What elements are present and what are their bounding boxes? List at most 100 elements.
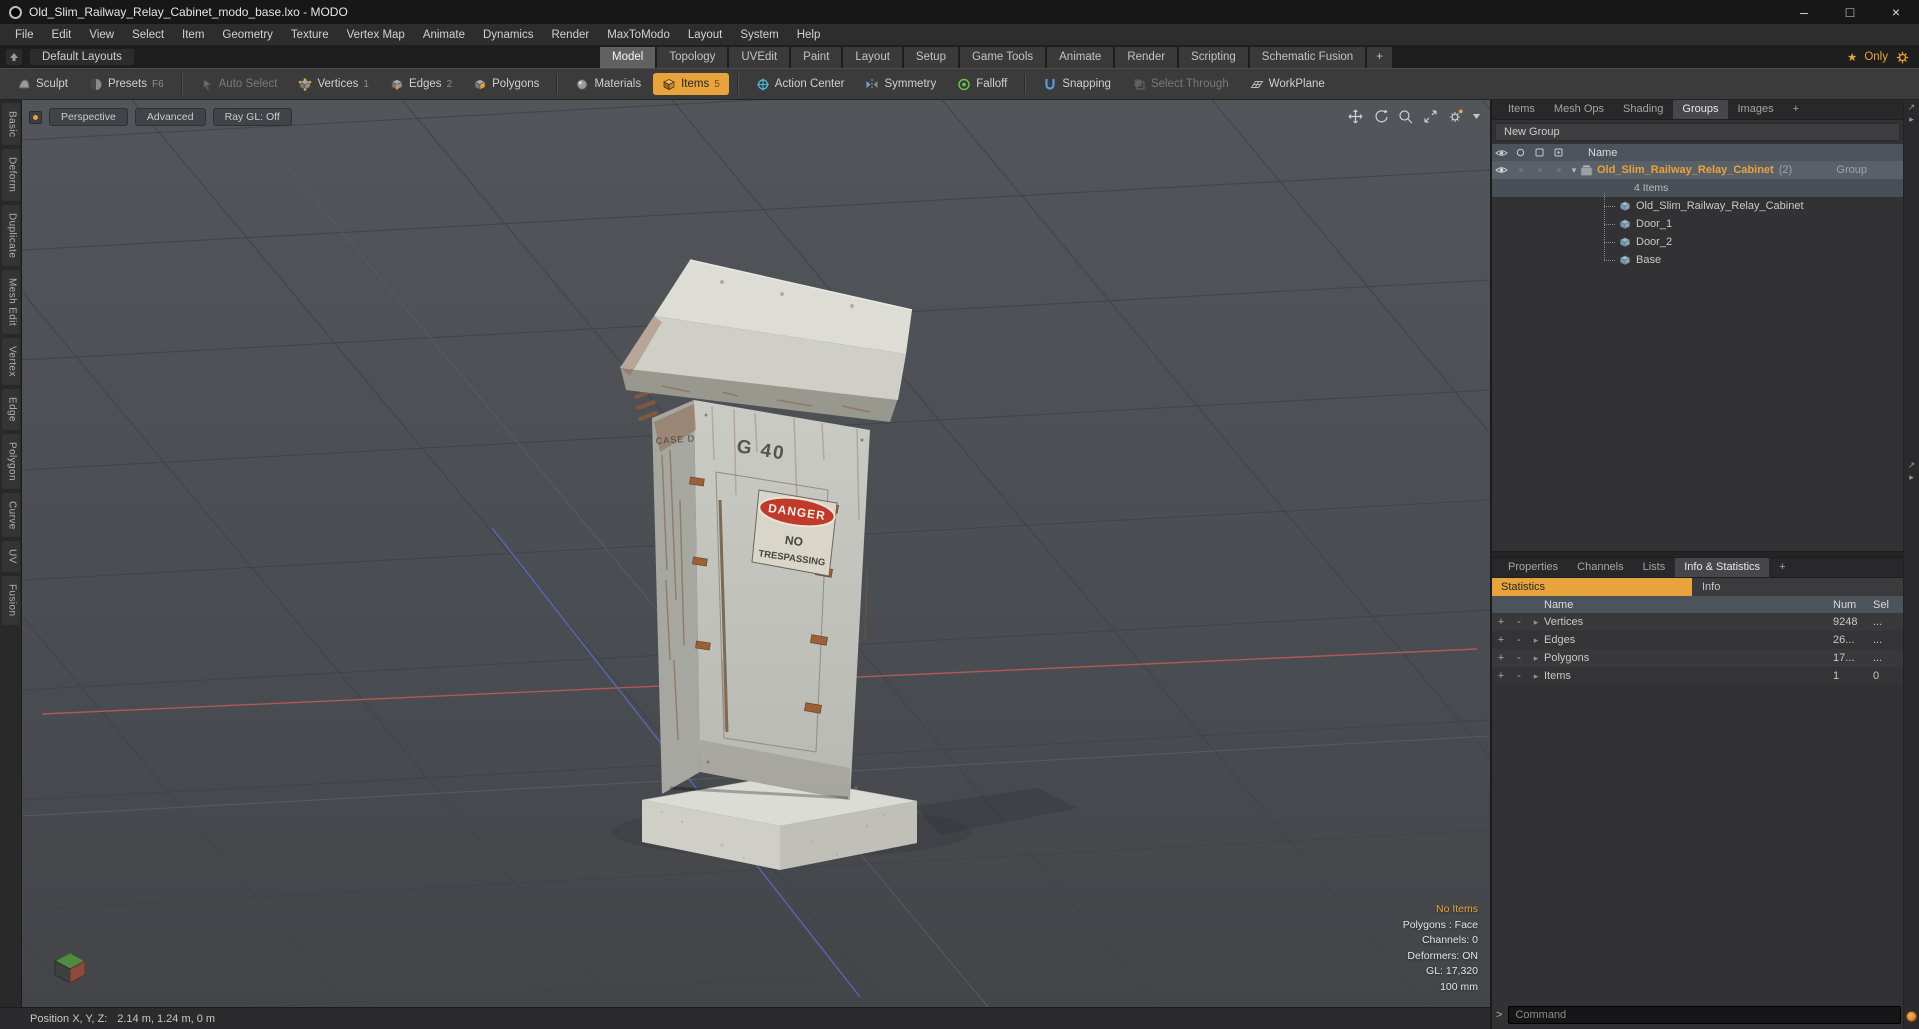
command-input[interactable]: [1508, 1005, 1901, 1024]
expand-row-icon[interactable]: ▸: [1528, 653, 1544, 664]
side-tab-fusion[interactable]: Fusion: [1, 576, 20, 625]
menu-item-maxtomodo[interactable]: MaxToModo: [598, 24, 679, 46]
layout-tab-render[interactable]: Render: [1115, 47, 1178, 68]
layout-tab-model[interactable]: Model: [600, 47, 656, 68]
layout-tab-setup[interactable]: Setup: [903, 47, 958, 68]
render-column-icon[interactable]: [1511, 148, 1530, 158]
tree-item-door-1[interactable]: Door_1: [1492, 215, 1903, 233]
tool-auto-select-button[interactable]: Auto Select: [191, 73, 287, 95]
tree-item-label[interactable]: Base: [1636, 254, 1661, 266]
tab-images[interactable]: Images: [1729, 100, 1783, 119]
tool-sculpt-button[interactable]: Sculpt: [8, 73, 77, 95]
panel-flyout-icon[interactable]: ▸: [1909, 472, 1914, 483]
tab-properties[interactable]: Properties: [1499, 558, 1567, 577]
side-tab-edge[interactable]: Edge: [1, 388, 20, 430]
group-name[interactable]: Old_Slim_Railway_Relay_Cabinet: [1597, 164, 1774, 176]
tab-lists[interactable]: Lists: [1634, 558, 1675, 577]
tab-info-statistics[interactable]: Info & Statistics: [1675, 558, 1770, 577]
add-filter-button[interactable]: +: [1492, 616, 1510, 628]
tool-symmetry-button[interactable]: Symmetry: [856, 73, 945, 95]
cabinet-model[interactable]: CASE D G 40 DANGER NO TRESPASSING: [612, 259, 1078, 870]
star-icon[interactable]: ★: [1847, 50, 1857, 64]
maximize-button[interactable]: □: [1827, 0, 1873, 24]
menu-item-edit[interactable]: Edit: [43, 24, 81, 46]
lock-column-icon[interactable]: [1530, 148, 1549, 158]
tab-mesh-ops[interactable]: Mesh Ops: [1545, 100, 1613, 119]
layout-tab-game-tools[interactable]: Game Tools: [959, 47, 1046, 68]
menu-item-view[interactable]: View: [80, 24, 123, 46]
remove-filter-button[interactable]: -: [1510, 634, 1528, 646]
menu-item-system[interactable]: System: [731, 24, 787, 46]
expand-panel-icon[interactable]: ↗: [1908, 102, 1916, 113]
layout-tab-topology[interactable]: Topology: [657, 47, 728, 68]
settings-gear-icon[interactable]: [1895, 50, 1910, 65]
tool-select-through-button[interactable]: Select Through: [1123, 73, 1238, 95]
stats-row-items[interactable]: + - ▸ Items 1 0: [1492, 667, 1903, 685]
new-group-button[interactable]: New Group: [1495, 123, 1900, 141]
viewport-menu-icon[interactable]: [1473, 114, 1480, 119]
side-tab-basic[interactable]: Basic: [1, 103, 20, 146]
menu-item-geometry[interactable]: Geometry: [213, 24, 282, 46]
expand-panel-icon[interactable]: ↗: [1908, 460, 1916, 471]
subtab-statistics[interactable]: Statistics: [1492, 578, 1692, 596]
axis-gizmo[interactable]: [48, 945, 92, 985]
menu-item-item[interactable]: Item: [173, 24, 213, 46]
close-button[interactable]: ×: [1873, 0, 1919, 24]
tab-items[interactable]: Items: [1499, 100, 1544, 119]
tab-channels[interactable]: Channels: [1568, 558, 1632, 577]
tree-item-cabinet[interactable]: Old_Slim_Railway_Relay_Cabinet: [1492, 197, 1903, 215]
pan-icon[interactable]: [1348, 109, 1363, 124]
side-tab-uv[interactable]: UV: [1, 541, 20, 573]
side-tab-mesh-edit[interactable]: Mesh Edit: [1, 269, 20, 335]
filter-column-icon[interactable]: [1549, 148, 1568, 158]
menu-item-animate[interactable]: Animate: [414, 24, 474, 46]
side-tab-vertex[interactable]: Vertex: [1, 338, 20, 385]
layout-tab-animate[interactable]: Animate: [1047, 47, 1114, 68]
side-tab-duplicate[interactable]: Duplicate: [1, 204, 20, 266]
add-filter-button[interactable]: +: [1492, 652, 1510, 664]
menu-item-dynamics[interactable]: Dynamics: [474, 24, 542, 46]
tool-workplane-button[interactable]: WorkPlane: [1241, 73, 1334, 95]
group-row[interactable]: ▾ Old_Slim_Railway_Relay_Cabinet (2) Gro…: [1492, 161, 1903, 179]
tree-item-label[interactable]: Door_2: [1636, 236, 1672, 248]
tree-item-label[interactable]: Door_1: [1636, 218, 1672, 230]
layout-tab-layout[interactable]: Layout: [843, 47, 902, 68]
visibility-column-icon[interactable]: [1492, 148, 1511, 158]
tool-materials-button[interactable]: Materials: [566, 73, 650, 95]
side-tab-polygon[interactable]: Polygon: [1, 433, 20, 489]
subtab-info[interactable]: Info: [1692, 578, 1903, 596]
add-layout-tab-button[interactable]: +: [1367, 47, 1392, 68]
perspective-button[interactable]: Perspective: [49, 108, 128, 126]
add-filter-button[interactable]: +: [1492, 634, 1510, 646]
stats-row-vertices[interactable]: + - ▸ Vertices 9248 ...: [1492, 613, 1903, 631]
side-tab-deform[interactable]: Deform: [1, 149, 20, 201]
viewport-options-thumb[interactable]: [29, 110, 42, 124]
tab-groups[interactable]: Groups: [1673, 100, 1728, 119]
tab-shading[interactable]: Shading: [1614, 100, 1672, 119]
ray-gl-button[interactable]: Ray GL: Off: [212, 108, 292, 126]
tool-items-button[interactable]: Items 5: [653, 73, 729, 95]
stats-row-edges[interactable]: + - ▸ Edges 26... ...: [1492, 631, 1903, 649]
command-history-button[interactable]: [1906, 1011, 1917, 1022]
menu-item-vertex-map[interactable]: Vertex Map: [338, 24, 414, 46]
panel-divider[interactable]: [1492, 551, 1903, 558]
stats-row-polygons[interactable]: + - ▸ Polygons 17... ...: [1492, 649, 1903, 667]
menu-item-render[interactable]: Render: [542, 24, 598, 46]
twirl-down-icon[interactable]: ▾: [1568, 165, 1580, 176]
menu-item-texture[interactable]: Texture: [282, 24, 338, 46]
tool-vertices-button[interactable]: Vertices 1: [289, 73, 377, 95]
tool-edges-button[interactable]: Edges 2: [381, 73, 461, 95]
panel-flyout-icon[interactable]: ▸: [1909, 114, 1914, 125]
menu-item-file[interactable]: File: [6, 24, 43, 46]
add-filter-button[interactable]: +: [1492, 670, 1510, 682]
tool-snapping-button[interactable]: Snapping: [1034, 73, 1120, 95]
eye-icon[interactable]: [1492, 165, 1511, 175]
tree-item-door-2[interactable]: Door_2: [1492, 233, 1903, 251]
layout-tab-scripting[interactable]: Scripting: [1179, 47, 1248, 68]
expand-row-icon[interactable]: ▸: [1528, 635, 1544, 646]
layout-up-icon[interactable]: [6, 49, 22, 65]
only-toggle[interactable]: Only: [1864, 51, 1888, 63]
add-panel-tab-button[interactable]: +: [1784, 100, 1808, 119]
orbit-icon[interactable]: [1373, 109, 1388, 124]
fit-view-icon[interactable]: [1423, 109, 1438, 124]
